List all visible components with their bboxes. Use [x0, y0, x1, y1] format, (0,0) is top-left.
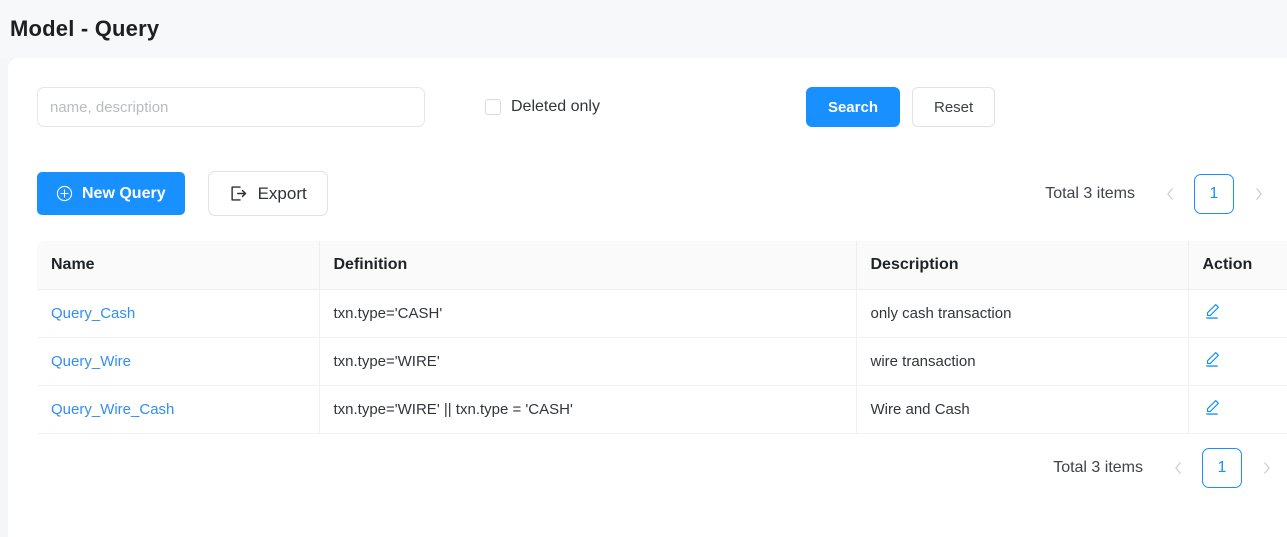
cell-action — [1187, 337, 1287, 386]
cell-name: Query_Cash — [37, 289, 319, 338]
export-icon — [229, 184, 248, 203]
export-label: Export — [257, 183, 307, 203]
pagination-next-button[interactable] — [1245, 179, 1271, 209]
table-row: Query_Cash txn.type='CASH' only cash tra… — [37, 289, 1287, 338]
content-card: Deleted only Search Reset New Query — [8, 58, 1287, 537]
table-row: Query_Wire_Cash txn.type='WIRE' || txn.t… — [37, 385, 1287, 434]
deleted-only-checkbox[interactable]: Deleted only — [485, 98, 600, 116]
cell-action — [1187, 385, 1287, 434]
cell-name: Query_Wire_Cash — [37, 385, 319, 434]
pagination-prev-button[interactable] — [1157, 179, 1183, 209]
edit-pencil-icon[interactable] — [1203, 302, 1221, 320]
filter-row: Deleted only Search Reset — [37, 86, 1287, 128]
pagination-page-1-bottom[interactable]: 1 — [1202, 447, 1242, 488]
pagination-bottom: Total 3 items 1 — [37, 447, 1287, 488]
pagination-total-label-bottom: Total 3 items — [1053, 458, 1143, 476]
table-header-row: Name Definition Description Action — [37, 241, 1287, 290]
checkbox-box-icon[interactable] — [485, 99, 501, 115]
query-table-wrapper: Name Definition Description Action Query… — [37, 241, 1287, 434]
search-button[interactable]: Search — [805, 87, 900, 127]
page-title: Model - Query — [10, 16, 160, 41]
cell-definition: txn.type='WIRE' || txn.type = 'CASH' — [318, 385, 856, 434]
export-button[interactable]: Export — [207, 171, 328, 216]
new-query-label: New Query — [82, 184, 166, 202]
chevron-left-icon — [1166, 187, 1173, 200]
column-header-description: Description — [855, 241, 1188, 290]
toolbar: New Query Export Total 3 items 1 — [37, 171, 1287, 216]
cell-action — [1187, 289, 1287, 338]
edit-pencil-icon[interactable] — [1203, 350, 1221, 368]
page-header: Model - Query — [0, 0, 1287, 58]
pagination-page-1[interactable]: 1 — [1194, 173, 1234, 214]
column-header-action: Action — [1187, 241, 1287, 290]
query-name-link[interactable]: Query_Wire — [51, 353, 131, 370]
query-table: Name Definition Description Action Query… — [37, 241, 1287, 434]
content-card-wrapper: Deleted only Search Reset New Query — [0, 58, 1287, 537]
new-query-button[interactable]: New Query — [37, 172, 185, 215]
filter-actions: Search Reset — [805, 87, 996, 127]
reset-button[interactable]: Reset — [912, 87, 996, 127]
cell-description: only cash transaction — [855, 289, 1188, 338]
cell-definition: txn.type='CASH' — [318, 289, 856, 338]
search-input[interactable] — [37, 87, 425, 127]
cell-name: Query_Wire — [37, 337, 319, 386]
deleted-only-label: Deleted only — [511, 98, 600, 115]
table-body: Query_Cash txn.type='CASH' only cash tra… — [37, 289, 1287, 434]
cell-description: Wire and Cash — [855, 385, 1188, 434]
table-head: Name Definition Description Action — [37, 241, 1287, 290]
pagination-total-label: Total 3 items — [1045, 184, 1135, 202]
plus-circle-icon — [56, 185, 73, 202]
query-name-link[interactable]: Query_Wire_Cash — [51, 401, 174, 418]
chevron-left-icon — [1174, 461, 1181, 474]
query-name-link[interactable]: Query_Cash — [51, 305, 135, 322]
pagination-next-button-bottom[interactable] — [1253, 453, 1279, 483]
cell-description: wire transaction — [855, 337, 1188, 386]
pagination-top: Total 3 items 1 — [1045, 173, 1287, 214]
cell-definition: txn.type='WIRE' — [318, 337, 856, 386]
table-row: Query_Wire txn.type='WIRE' wire transact… — [37, 337, 1287, 386]
column-header-definition: Definition — [318, 241, 856, 290]
pagination-prev-button-bottom[interactable] — [1165, 453, 1191, 483]
edit-pencil-icon[interactable] — [1203, 398, 1221, 416]
chevron-right-icon — [1255, 187, 1262, 200]
column-header-name: Name — [37, 241, 319, 290]
chevron-right-icon — [1263, 461, 1270, 474]
